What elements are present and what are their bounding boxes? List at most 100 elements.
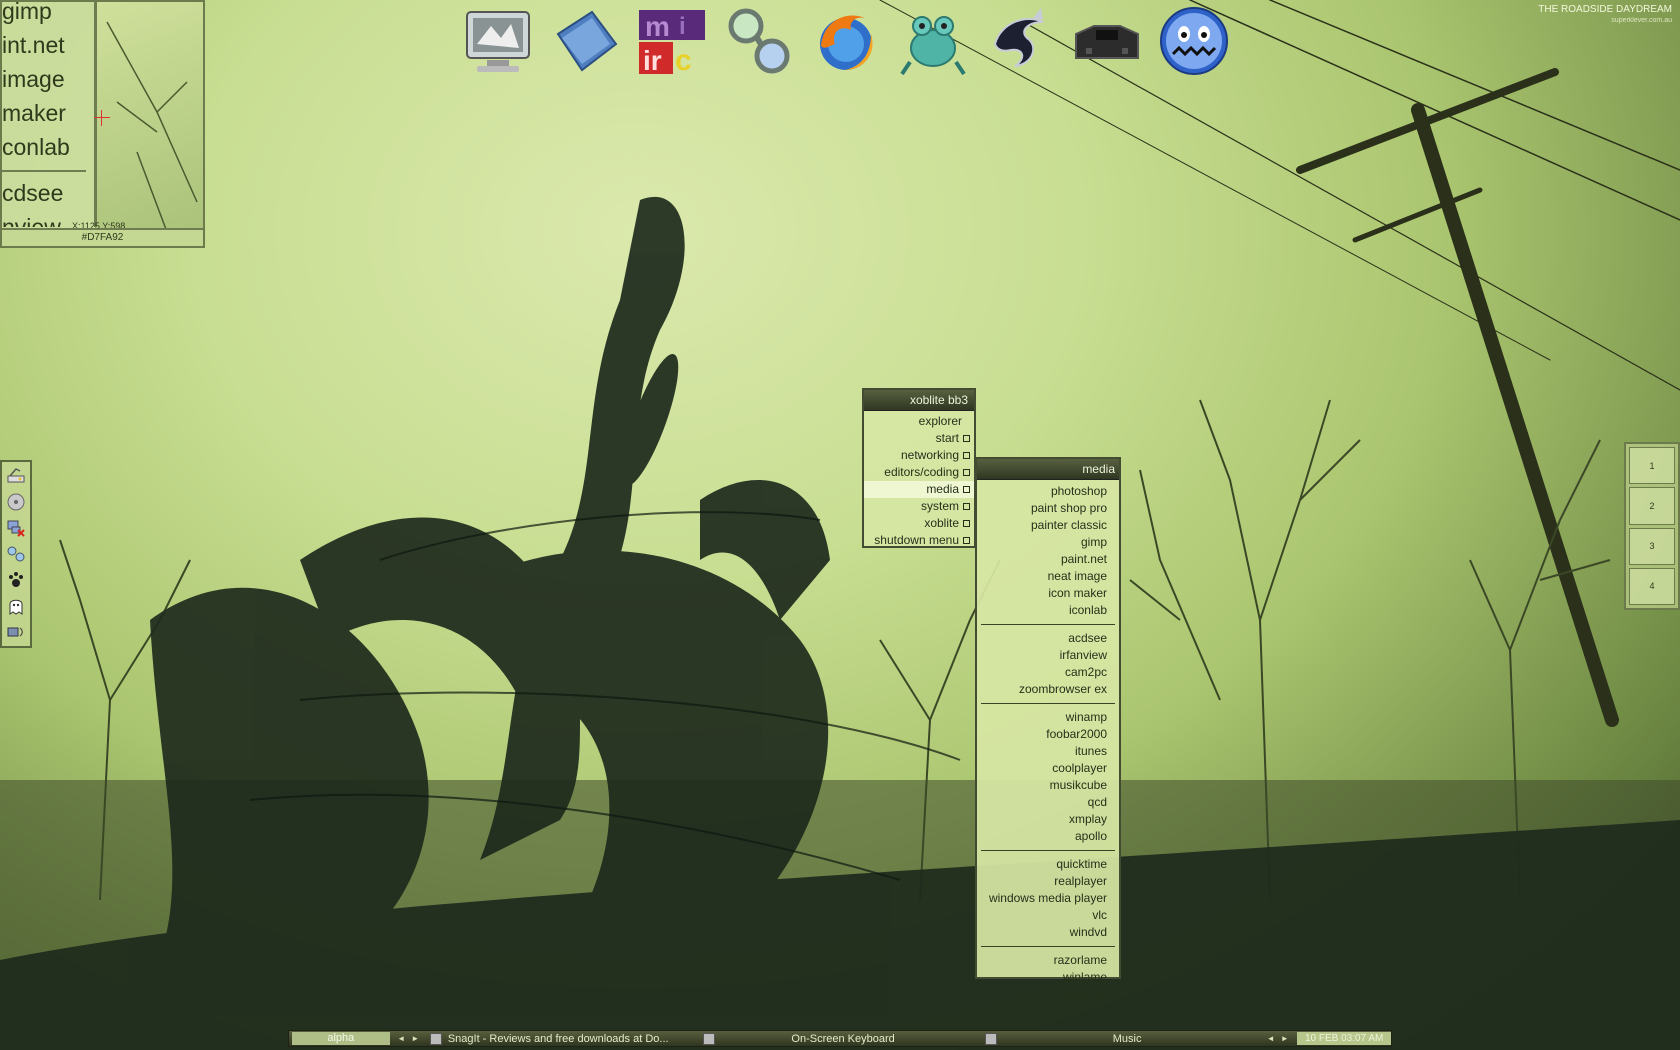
zoom-line: gimp	[2, 0, 52, 24]
zoom-line: maker	[2, 100, 66, 126]
magnifying-glasses-icon[interactable]	[719, 2, 798, 80]
taskbar-clock: 10 FEB 03:07 AM	[1297, 1032, 1391, 1045]
top-dock: m i ir c	[458, 2, 1233, 82]
media-menu-item[interactable]: audacity	[977, 986, 1119, 1003]
speaker-icon[interactable]	[5, 622, 27, 642]
prev-workspace-icon[interactable]: ◄	[397, 1034, 405, 1043]
menu-item-explorer[interactable]: explorer	[864, 413, 974, 430]
mirc-icon[interactable]: m i ir c	[632, 2, 711, 80]
media-submenu-title: media	[977, 459, 1119, 480]
media-menu-item[interactable]: coolplayer	[977, 760, 1119, 777]
system-tray-sidebar	[0, 460, 32, 648]
paw-icon[interactable]	[5, 570, 27, 590]
magnifier-hex-color: #D7FA92	[2, 228, 203, 246]
media-menu-item[interactable]: qcd	[977, 794, 1119, 811]
workspace-4[interactable]: 4	[1629, 567, 1675, 605]
media-menu-item[interactable]: neat image	[977, 568, 1119, 585]
media-menu-item[interactable]: itunes	[977, 743, 1119, 760]
link-icon[interactable]	[5, 544, 27, 564]
media-menu-item[interactable]: musikcube	[977, 777, 1119, 794]
media-menu-item[interactable]: photoshop	[977, 483, 1119, 500]
menu-item-media[interactable]: media	[864, 481, 974, 498]
keyboard-app-icon	[703, 1032, 716, 1045]
snagit-app-icon	[429, 1032, 442, 1045]
zoom-line: int.net	[2, 32, 65, 58]
network-error-icon[interactable]	[5, 518, 27, 538]
media-menu-item[interactable]: acdsee	[977, 630, 1119, 647]
taskbar-task-music[interactable]: Music	[979, 1031, 1262, 1046]
media-menu-item[interactable]: gimp	[977, 534, 1119, 551]
blue-folder-icon[interactable]	[545, 2, 624, 80]
media-submenu-items: photoshop paint shop pro painter classic gi…	[977, 480, 1119, 1003]
media-menu-item[interactable]: windvd	[977, 924, 1119, 941]
menu-separator	[981, 703, 1115, 704]
ghost-icon[interactable]	[5, 596, 27, 616]
media-submenu: media photoshop paint shop pro painter cla…	[975, 457, 1121, 1001]
n64-console-icon[interactable]	[1067, 2, 1146, 80]
menu-separator	[981, 850, 1115, 851]
media-menu-item[interactable]: foobar2000	[977, 726, 1119, 743]
root-menu: xoblite bb3 explorer start networking ed…	[862, 388, 976, 548]
media-menu-item[interactable]: iconlab	[977, 602, 1119, 619]
menu-item-start[interactable]: start	[864, 430, 974, 447]
taskbar-workspace-arrows: ◄ ►	[393, 1034, 424, 1043]
taskbar-task-label: On-Screen Keyboard	[791, 1032, 895, 1045]
menu-separator	[981, 946, 1115, 947]
zoom-line: conlab	[2, 134, 70, 160]
menu-item-networking[interactable]: networking	[864, 447, 974, 464]
media-menu-item[interactable]: winlame	[977, 969, 1119, 986]
media-menu-item[interactable]: icon maker	[977, 585, 1119, 602]
menu-item-editors-coding[interactable]: editors/coding	[864, 464, 974, 481]
firefox-icon[interactable]	[806, 2, 885, 80]
frog-icon[interactable]	[893, 2, 972, 80]
taskbar-task-label: Music	[1112, 1032, 1142, 1045]
taskbar-task-osk[interactable]: On-Screen Keyboard	[697, 1031, 978, 1046]
media-menu-item[interactable]: razorlame	[977, 952, 1119, 969]
menu-separator	[981, 624, 1115, 625]
taskbar-task-label: SnagIt - Reviews and free downloads at D…	[447, 1032, 669, 1045]
workspace-2[interactable]: 2	[1629, 487, 1675, 525]
root-menu-items: explorer start networking editors/coding…	[864, 411, 974, 549]
next-workspace-icon[interactable]: ►	[411, 1034, 419, 1043]
wallpaper-caption: THE ROADSIDE DAYDREAM superklever.com.au	[1538, 4, 1672, 26]
zoom-separator	[2, 170, 86, 172]
media-menu-item[interactable]: winamp	[977, 709, 1119, 726]
menu-item-shutdown-menu[interactable]: shutdown menu	[864, 532, 974, 549]
monitor-icon[interactable]	[458, 2, 537, 80]
svg-text:i: i	[679, 13, 686, 40]
media-menu-item[interactable]: painter classic	[977, 517, 1119, 534]
media-menu-item[interactable]: apollo	[977, 828, 1119, 845]
next-task-icon[interactable]: ►	[1281, 1034, 1289, 1043]
disc-icon[interactable]	[5, 492, 27, 512]
media-menu-item[interactable]: paint shop pro	[977, 500, 1119, 517]
workspace-3[interactable]: 3	[1629, 527, 1675, 565]
media-menu-item[interactable]: windows media player	[977, 890, 1119, 907]
scanner-icon[interactable]	[5, 466, 27, 486]
media-menu-item[interactable]: quicktime	[977, 856, 1119, 873]
media-menu-item[interactable]: paint.net	[977, 551, 1119, 568]
menu-item-xoblite[interactable]: xoblite	[864, 515, 974, 532]
wallpaper-caption-title: THE ROADSIDE DAYDREAM	[1538, 4, 1672, 15]
zoom-line: cdsee	[2, 180, 64, 206]
root-menu-title: xoblite bb3	[864, 390, 974, 411]
media-menu-item[interactable]: zoombrowser ex	[977, 681, 1119, 698]
svg-text:c: c	[675, 44, 692, 77]
media-menu-item[interactable]: cam2pc	[977, 664, 1119, 681]
prev-task-icon[interactable]: ◄	[1267, 1034, 1275, 1043]
taskbar-task-snagit[interactable]: SnagIt - Reviews and free downloads at D…	[424, 1031, 698, 1046]
menu-item-system[interactable]: system	[864, 498, 974, 515]
ghost-face-icon[interactable]	[1154, 2, 1233, 80]
zoom-line: image	[2, 66, 65, 92]
magnifier-zoom-image	[97, 2, 203, 233]
dragon-icon[interactable]	[980, 2, 1059, 80]
media-menu-item[interactable]: vlc	[977, 907, 1119, 924]
taskbar-workspace-label[interactable]: alpha	[292, 1032, 390, 1045]
media-menu-item[interactable]: realplayer	[977, 873, 1119, 890]
magnifier-panel: gimp int.net image maker conlab cdsee nv…	[0, 0, 205, 248]
folder-app-icon	[984, 1032, 997, 1045]
svg-text:ir: ir	[643, 45, 662, 76]
media-menu-item[interactable]: xmplay	[977, 811, 1119, 828]
media-menu-item[interactable]: irfanview	[977, 647, 1119, 664]
taskbar: alpha ◄ ► SnagIt - Reviews and free down…	[288, 1030, 1392, 1047]
workspace-1[interactable]: 1	[1629, 447, 1675, 485]
